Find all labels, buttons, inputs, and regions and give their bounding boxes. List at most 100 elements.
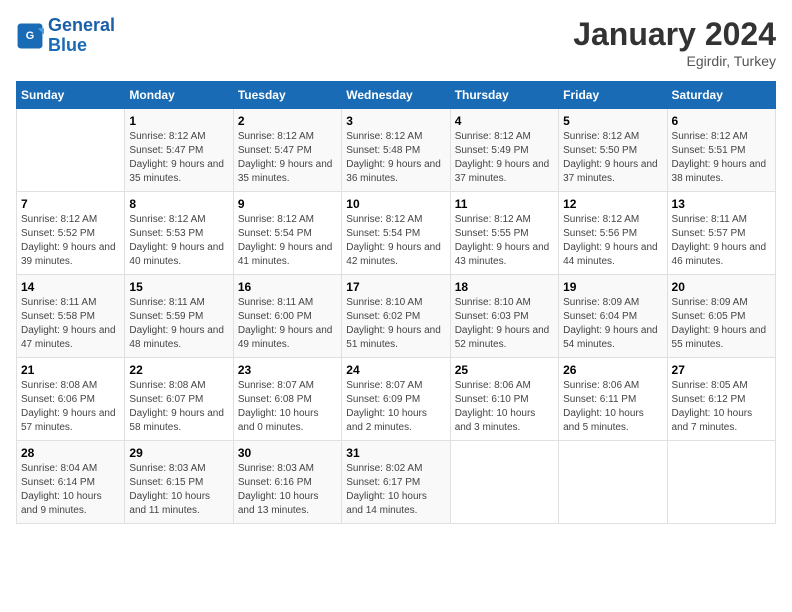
calendar-subtitle: Egirdir, Turkey (573, 53, 776, 69)
logo-icon: G (16, 22, 44, 50)
day-info: Sunrise: 8:11 AMSunset: 5:58 PMDaylight:… (21, 296, 120, 352)
day-number: 30 (238, 446, 337, 460)
header-monday: Monday (125, 82, 233, 109)
page-header: G General Blue January 2024 Egirdir, Tur… (16, 16, 776, 69)
day-info: Sunrise: 8:12 AMSunset: 5:56 PMDaylight:… (563, 213, 662, 269)
day-info: Sunrise: 8:08 AMSunset: 6:06 PMDaylight:… (21, 379, 120, 435)
day-number: 1 (129, 114, 228, 128)
day-info: Sunrise: 8:03 AMSunset: 6:16 PMDaylight:… (238, 462, 337, 518)
calendar-cell: 29 Sunrise: 8:03 AMSunset: 6:15 PMDaylig… (125, 441, 233, 524)
day-number: 3 (346, 114, 445, 128)
header-tuesday: Tuesday (233, 82, 341, 109)
day-info: Sunrise: 8:10 AMSunset: 6:03 PMDaylight:… (455, 296, 554, 352)
day-info: Sunrise: 8:06 AMSunset: 6:10 PMDaylight:… (455, 379, 554, 435)
day-info: Sunrise: 8:12 AMSunset: 5:55 PMDaylight:… (455, 213, 554, 269)
calendar-cell: 21 Sunrise: 8:08 AMSunset: 6:06 PMDaylig… (17, 358, 125, 441)
day-number: 27 (672, 363, 771, 377)
day-info: Sunrise: 8:03 AMSunset: 6:15 PMDaylight:… (129, 462, 228, 518)
calendar-cell: 18 Sunrise: 8:10 AMSunset: 6:03 PMDaylig… (450, 275, 558, 358)
day-number: 19 (563, 280, 662, 294)
calendar-cell: 3 Sunrise: 8:12 AMSunset: 5:48 PMDayligh… (342, 109, 450, 192)
day-number: 22 (129, 363, 228, 377)
header-wednesday: Wednesday (342, 82, 450, 109)
day-number: 13 (672, 197, 771, 211)
day-info: Sunrise: 8:12 AMSunset: 5:47 PMDaylight:… (129, 130, 228, 186)
title-section: January 2024 Egirdir, Turkey (573, 16, 776, 69)
day-number: 9 (238, 197, 337, 211)
day-info: Sunrise: 8:10 AMSunset: 6:02 PMDaylight:… (346, 296, 445, 352)
day-number: 6 (672, 114, 771, 128)
calendar-cell: 24 Sunrise: 8:07 AMSunset: 6:09 PMDaylig… (342, 358, 450, 441)
day-info: Sunrise: 8:12 AMSunset: 5:48 PMDaylight:… (346, 130, 445, 186)
day-info: Sunrise: 8:12 AMSunset: 5:54 PMDaylight:… (346, 213, 445, 269)
calendar-cell: 5 Sunrise: 8:12 AMSunset: 5:50 PMDayligh… (559, 109, 667, 192)
calendar-cell: 12 Sunrise: 8:12 AMSunset: 5:56 PMDaylig… (559, 192, 667, 275)
day-info: Sunrise: 8:07 AMSunset: 6:09 PMDaylight:… (346, 379, 445, 435)
week-row-4: 28 Sunrise: 8:04 AMSunset: 6:14 PMDaylig… (17, 441, 776, 524)
calendar-cell: 9 Sunrise: 8:12 AMSunset: 5:54 PMDayligh… (233, 192, 341, 275)
calendar-cell: 10 Sunrise: 8:12 AMSunset: 5:54 PMDaylig… (342, 192, 450, 275)
day-number: 16 (238, 280, 337, 294)
day-info: Sunrise: 8:06 AMSunset: 6:11 PMDaylight:… (563, 379, 662, 435)
day-number: 4 (455, 114, 554, 128)
day-number: 12 (563, 197, 662, 211)
svg-text:G: G (26, 30, 34, 42)
day-number: 28 (21, 446, 120, 460)
logo-blue: Blue (48, 35, 87, 55)
day-info: Sunrise: 8:07 AMSunset: 6:08 PMDaylight:… (238, 379, 337, 435)
calendar-cell: 2 Sunrise: 8:12 AMSunset: 5:47 PMDayligh… (233, 109, 341, 192)
week-row-3: 21 Sunrise: 8:08 AMSunset: 6:06 PMDaylig… (17, 358, 776, 441)
day-info: Sunrise: 8:09 AMSunset: 6:04 PMDaylight:… (563, 296, 662, 352)
week-row-2: 14 Sunrise: 8:11 AMSunset: 5:58 PMDaylig… (17, 275, 776, 358)
day-number: 2 (238, 114, 337, 128)
day-info: Sunrise: 8:12 AMSunset: 5:54 PMDaylight:… (238, 213, 337, 269)
day-number: 10 (346, 197, 445, 211)
day-info: Sunrise: 8:05 AMSunset: 6:12 PMDaylight:… (672, 379, 771, 435)
logo-general: General (48, 15, 115, 35)
logo: G General Blue (16, 16, 115, 56)
week-row-1: 7 Sunrise: 8:12 AMSunset: 5:52 PMDayligh… (17, 192, 776, 275)
header-saturday: Saturday (667, 82, 775, 109)
day-number: 8 (129, 197, 228, 211)
calendar-cell: 19 Sunrise: 8:09 AMSunset: 6:04 PMDaylig… (559, 275, 667, 358)
calendar-cell: 7 Sunrise: 8:12 AMSunset: 5:52 PMDayligh… (17, 192, 125, 275)
day-info: Sunrise: 8:11 AMSunset: 6:00 PMDaylight:… (238, 296, 337, 352)
day-number: 14 (21, 280, 120, 294)
calendar-cell: 27 Sunrise: 8:05 AMSunset: 6:12 PMDaylig… (667, 358, 775, 441)
day-info: Sunrise: 8:11 AMSunset: 5:57 PMDaylight:… (672, 213, 771, 269)
day-number: 29 (129, 446, 228, 460)
calendar-cell (17, 109, 125, 192)
day-number: 25 (455, 363, 554, 377)
day-info: Sunrise: 8:12 AMSunset: 5:53 PMDaylight:… (129, 213, 228, 269)
day-info: Sunrise: 8:09 AMSunset: 6:05 PMDaylight:… (672, 296, 771, 352)
calendar-cell: 14 Sunrise: 8:11 AMSunset: 5:58 PMDaylig… (17, 275, 125, 358)
week-row-0: 1 Sunrise: 8:12 AMSunset: 5:47 PMDayligh… (17, 109, 776, 192)
day-number: 24 (346, 363, 445, 377)
day-number: 21 (21, 363, 120, 377)
day-number: 26 (563, 363, 662, 377)
calendar-cell: 26 Sunrise: 8:06 AMSunset: 6:11 PMDaylig… (559, 358, 667, 441)
header-thursday: Thursday (450, 82, 558, 109)
day-number: 23 (238, 363, 337, 377)
calendar-cell: 15 Sunrise: 8:11 AMSunset: 5:59 PMDaylig… (125, 275, 233, 358)
day-number: 20 (672, 280, 771, 294)
header-friday: Friday (559, 82, 667, 109)
calendar-cell: 1 Sunrise: 8:12 AMSunset: 5:47 PMDayligh… (125, 109, 233, 192)
calendar-cell: 31 Sunrise: 8:02 AMSunset: 6:17 PMDaylig… (342, 441, 450, 524)
calendar-cell: 25 Sunrise: 8:06 AMSunset: 6:10 PMDaylig… (450, 358, 558, 441)
day-info: Sunrise: 8:12 AMSunset: 5:47 PMDaylight:… (238, 130, 337, 186)
day-info: Sunrise: 8:12 AMSunset: 5:50 PMDaylight:… (563, 130, 662, 186)
day-info: Sunrise: 8:04 AMSunset: 6:14 PMDaylight:… (21, 462, 120, 518)
day-info: Sunrise: 8:12 AMSunset: 5:51 PMDaylight:… (672, 130, 771, 186)
day-number: 11 (455, 197, 554, 211)
calendar-cell: 6 Sunrise: 8:12 AMSunset: 5:51 PMDayligh… (667, 109, 775, 192)
calendar-cell: 30 Sunrise: 8:03 AMSunset: 6:16 PMDaylig… (233, 441, 341, 524)
calendar-header-row: SundayMondayTuesdayWednesdayThursdayFrid… (17, 82, 776, 109)
calendar-cell: 8 Sunrise: 8:12 AMSunset: 5:53 PMDayligh… (125, 192, 233, 275)
day-number: 15 (129, 280, 228, 294)
calendar-cell: 20 Sunrise: 8:09 AMSunset: 6:05 PMDaylig… (667, 275, 775, 358)
calendar-cell: 4 Sunrise: 8:12 AMSunset: 5:49 PMDayligh… (450, 109, 558, 192)
calendar-cell: 13 Sunrise: 8:11 AMSunset: 5:57 PMDaylig… (667, 192, 775, 275)
calendar-cell: 22 Sunrise: 8:08 AMSunset: 6:07 PMDaylig… (125, 358, 233, 441)
day-number: 31 (346, 446, 445, 460)
